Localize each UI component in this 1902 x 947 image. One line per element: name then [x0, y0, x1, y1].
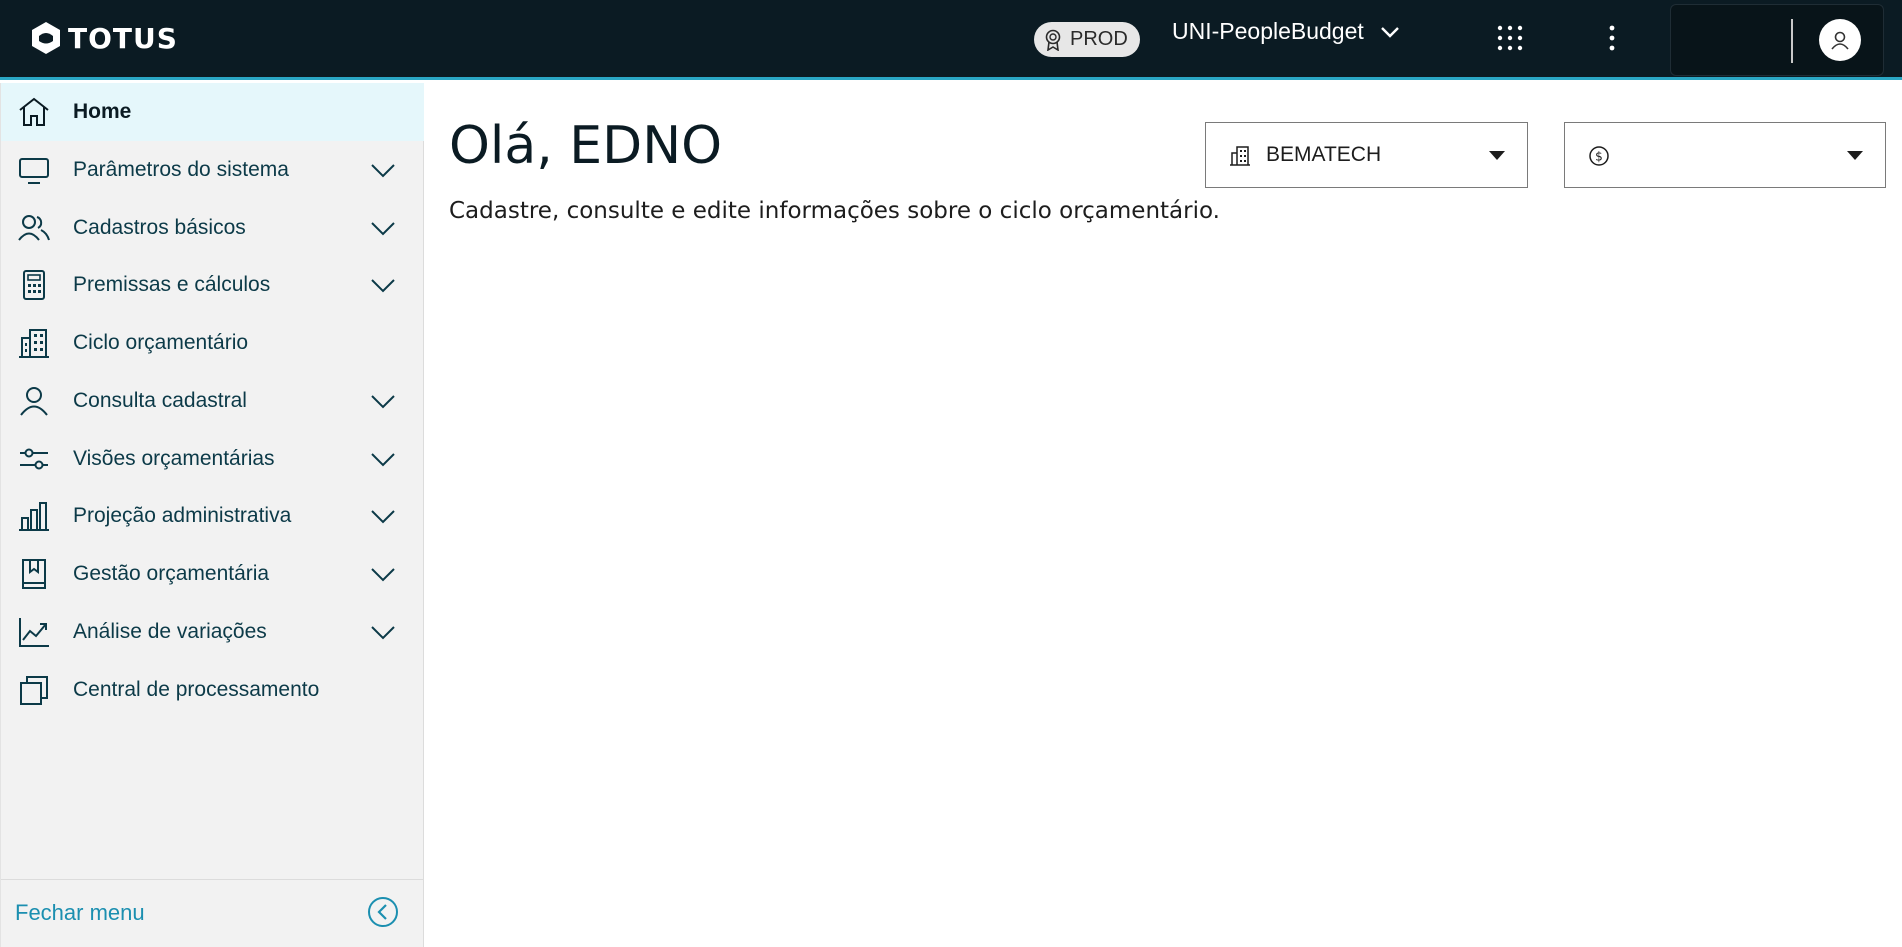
- award-icon: [1045, 29, 1061, 51]
- currency-select[interactable]: $: [1564, 122, 1886, 188]
- user-area: [1670, 4, 1884, 76]
- sidebar-item-label: Projeção administrativa: [73, 504, 292, 527]
- sidebar-item-label: Premissas e cálculos: [73, 273, 271, 296]
- environment-label: PROD: [1070, 28, 1128, 50]
- sidebar-item-label: Central de processamento: [73, 678, 320, 701]
- sidebar-item-label: Ciclo orçamentário: [73, 331, 249, 354]
- close-menu-link[interactable]: Fechar menu: [15, 900, 145, 926]
- totus-logo-icon: [32, 22, 60, 54]
- sidebar-item-premissas-e-calculos[interactable]: Premissas e cálculos: [1, 256, 424, 314]
- sidebar-item-label: Parâmetros do sistema: [73, 158, 289, 181]
- chevron-down-icon[interactable]: [369, 271, 397, 299]
- page-subtitle: Cadastre, consulte e edite informações s…: [449, 198, 1220, 224]
- sidebar-item-ciclo-orcamentario[interactable]: Ciclo orçamentário: [1, 314, 424, 372]
- company-select[interactable]: BEMATECH: [1205, 122, 1528, 188]
- building-icon: [1230, 146, 1250, 166]
- sidebar-item-cadastros-basicos[interactable]: Cadastros básicos: [1, 199, 424, 257]
- stacked-windows-icon: [17, 673, 51, 707]
- sidebar-item-parametros-do-sistema[interactable]: Parâmetros do sistema: [1, 141, 424, 199]
- chevron-down-icon[interactable]: [369, 618, 397, 646]
- sidebar: Home Parâmetros do sistema Cadastros bás…: [0, 83, 424, 947]
- apps-grid-icon[interactable]: [1497, 25, 1523, 51]
- users-icon: [17, 211, 51, 245]
- chevron-down-icon[interactable]: [369, 560, 397, 588]
- top-header: TOTUS PROD UNI-PeopleBudget: [0, 0, 1902, 80]
- sidebar-item-label: Gestão orçamentária: [73, 562, 270, 585]
- divider: [1791, 19, 1793, 63]
- sidebar-item-central-de-processamento[interactable]: Central de processamento: [1, 661, 424, 719]
- sidebar-item-label: Consulta cadastral: [73, 389, 247, 412]
- sidebar-item-analise-de-variacoes[interactable]: Análise de variações: [1, 603, 424, 661]
- chevron-left-circle-icon[interactable]: [367, 896, 399, 928]
- buildings-icon: [17, 326, 51, 360]
- brand-name: TOTUS: [68, 21, 178, 55]
- monitor-icon: [17, 153, 51, 187]
- brand-logo[interactable]: TOTUS: [30, 20, 178, 56]
- currency-coin-icon: $: [1589, 146, 1609, 166]
- sidebar-item-label: Visões orçamentárias: [73, 447, 275, 470]
- company-select-value: BEMATECH: [1266, 143, 1382, 166]
- sidebar-item-label: Análise de variações: [73, 620, 267, 643]
- chevron-down-icon[interactable]: [369, 214, 397, 242]
- calculator-icon: [17, 268, 51, 302]
- chevron-down-icon[interactable]: [369, 156, 397, 184]
- chevron-down-icon[interactable]: [369, 445, 397, 473]
- svg-text:$: $: [1595, 150, 1603, 164]
- bookmark-book-icon: [17, 557, 51, 591]
- sidebar-footer: Fechar menu: [1, 879, 424, 947]
- sidebar-item-consulta-cadastral[interactable]: Consulta cadastral: [1, 372, 424, 430]
- sidebar-item-projecao-administrativa[interactable]: Projeção administrativa: [1, 487, 424, 545]
- chevron-down-icon[interactable]: [369, 502, 397, 530]
- sidebar-item-visoes-orcamentarias[interactable]: Visões orçamentárias: [1, 430, 424, 488]
- sidebar-item-label: Cadastros básicos: [73, 216, 246, 239]
- user-avatar[interactable]: [1819, 19, 1861, 61]
- sidebar-item-label: Home: [73, 100, 132, 123]
- bar-chart-icon: [17, 499, 51, 533]
- chevron-down-icon[interactable]: [369, 387, 397, 415]
- app-name: UNI-PeopleBudget: [1172, 18, 1364, 44]
- sidebar-item-home[interactable]: Home: [1, 83, 424, 141]
- kebab-menu-icon[interactable]: [1600, 24, 1624, 52]
- home-icon: [17, 95, 51, 129]
- page-title: Olá, EDNO: [449, 116, 723, 176]
- environment-badge: PROD: [1034, 22, 1140, 57]
- user-avatar-icon: [1831, 31, 1849, 50]
- caret-down-icon: [1847, 151, 1863, 160]
- app-selector[interactable]: UNI-PeopleBudget: [1172, 18, 1400, 45]
- sliders-icon: [17, 442, 51, 476]
- user-icon: [17, 384, 51, 418]
- chevron-down-icon: [1380, 26, 1399, 38]
- sidebar-item-gestao-orcamentaria[interactable]: Gestão orçamentária: [1, 545, 424, 603]
- caret-down-icon: [1489, 151, 1505, 160]
- trend-chart-icon: [17, 615, 51, 649]
